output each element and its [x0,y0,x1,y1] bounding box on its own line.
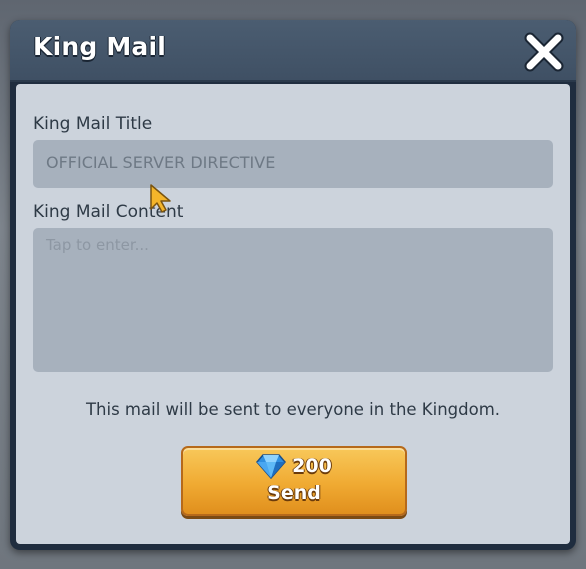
close-button[interactable] [522,30,566,74]
close-x-icon [524,32,564,72]
diamond-gem-icon [256,454,287,479]
pointer-cursor-icon [150,184,171,213]
mail-title-label: King Mail Title [33,114,153,134]
send-button[interactable]: 200 Send [181,446,407,516]
send-cost: 200 [183,452,405,480]
mail-form-panel: King Mail Title OFFICIAL SERVER DIRECTIV… [16,84,570,544]
mail-title-input[interactable]: OFFICIAL SERVER DIRECTIVE [33,140,553,188]
dialog-header: King Mail [10,20,576,82]
dialog-title: King Mail [33,32,167,61]
send-cost-value: 200 [292,455,332,477]
send-button-label: Send [267,482,321,504]
broadcast-notice: This mail will be sent to everyone in th… [85,400,501,419]
mail-content-input[interactable]: Tap to enter... [33,228,553,372]
king-mail-dialog: King Mail King Mail Title OFFICIAL SERVE… [10,20,576,550]
